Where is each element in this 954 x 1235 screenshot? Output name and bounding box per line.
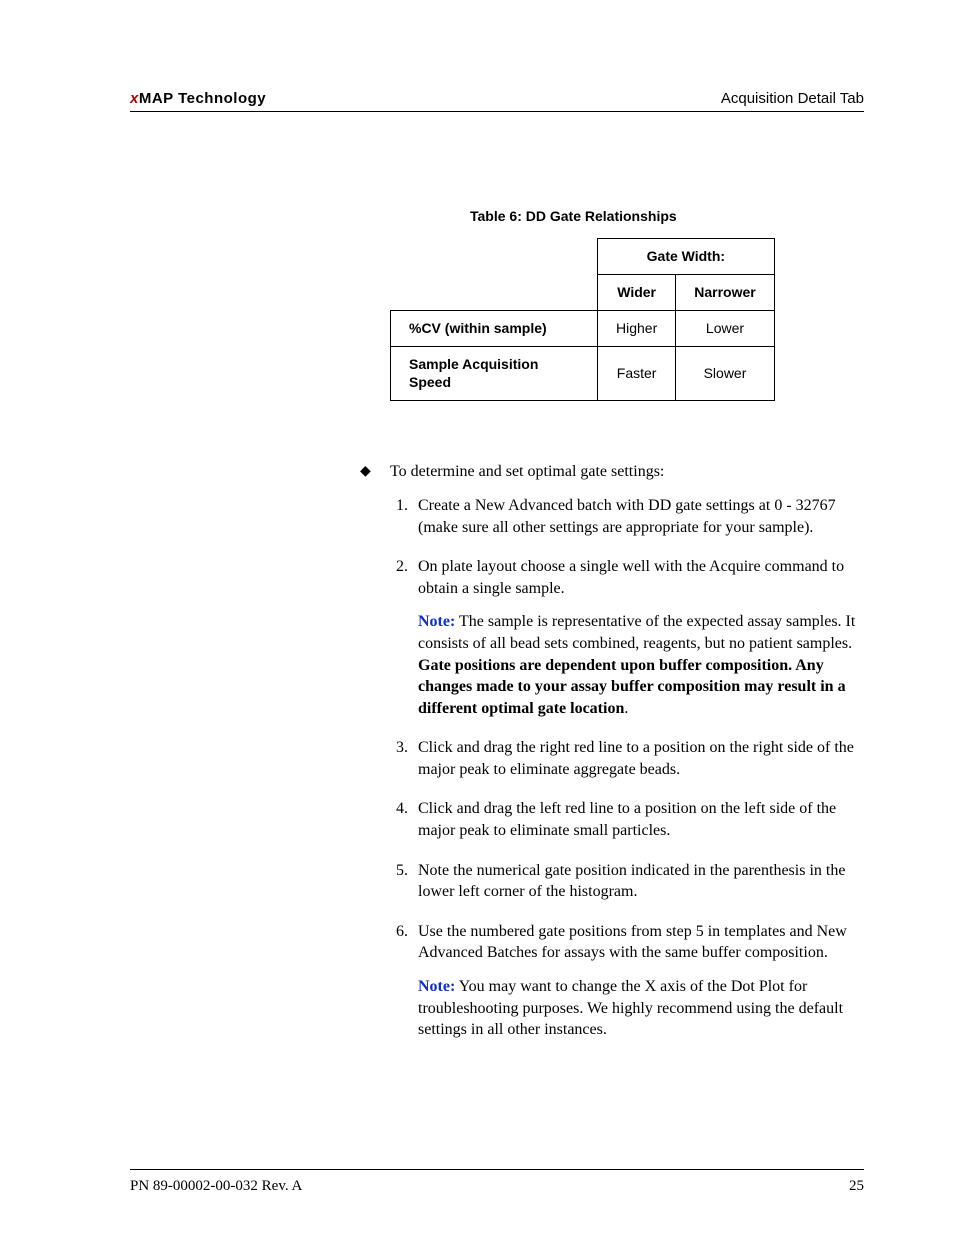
table-row: %CV (within sample) Higher Lower — [391, 310, 775, 346]
footer: PN 89-00002-00-032 Rev. A 25 — [130, 1169, 864, 1195]
step-6: Use the numbered gate positions from ste… — [412, 921, 864, 1041]
intro-text: To determine and set optimal gate settin… — [360, 461, 864, 483]
col-narrower: Narrower — [676, 274, 774, 310]
header-right: Acquisition Detail Tab — [721, 90, 864, 107]
steps-list: Create a New Advanced batch with DD gate… — [390, 495, 864, 1041]
step-2-note: Note: The sample is representative of th… — [418, 611, 864, 719]
step-6-note: Note: You may want to change the X axis … — [418, 976, 864, 1041]
table-span-header: Gate Width: — [598, 238, 775, 274]
step-2: On plate layout choose a single well wit… — [412, 556, 864, 719]
step-1: Create a New Advanced batch with DD gate… — [412, 495, 864, 538]
page-number: 25 — [849, 1178, 864, 1195]
table-row: Sample Acquisition Speed Faster Slower — [391, 346, 775, 401]
step-3: Click and drag the right red line to a p… — [412, 737, 864, 780]
header-rule — [130, 111, 864, 112]
step-4: Click and drag the left red line to a po… — [412, 798, 864, 841]
dd-gate-table: Gate Width: Wider Narrower %CV (within s… — [390, 238, 775, 401]
footer-left: PN 89-00002-00-032 Rev. A — [130, 1178, 302, 1195]
header-left: xMAP Technology — [130, 90, 266, 107]
table-caption: Table 6: DD Gate Relationships — [470, 207, 864, 226]
col-wider: Wider — [598, 274, 676, 310]
step-5: Note the numerical gate position indicat… — [412, 860, 864, 903]
